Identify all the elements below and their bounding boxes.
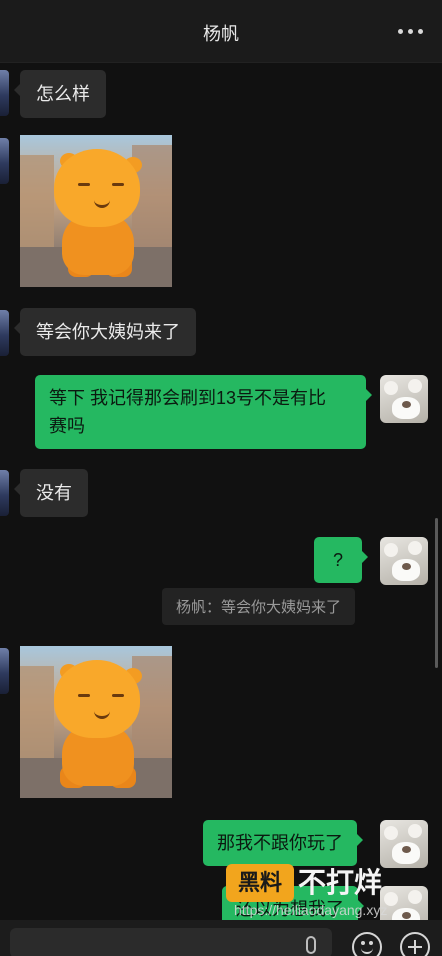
scrollbar[interactable] <box>435 518 438 668</box>
orange-cartoon-sticker[interactable] <box>20 135 172 287</box>
chat-screen: 杨帆 怎么样 等会你大姨妈来了 等下 我记得那会刷到13号不是有比 赛吗 没有 … <box>0 0 442 956</box>
contact-avatar[interactable] <box>0 70 9 116</box>
message-bubble-outgoing[interactable]: 等下 我记得那会刷到13号不是有比 赛吗 <box>35 375 372 449</box>
emoji-icon[interactable] <box>352 932 382 956</box>
message-bubble-outgoing[interactable]: ? <box>314 537 368 583</box>
chat-header: 杨帆 <box>0 0 442 63</box>
message-line: 等下 我记得那会刷到13号不是有比 <box>49 388 327 408</box>
chat-title: 杨帆 <box>203 24 239 44</box>
message-input[interactable] <box>10 928 332 956</box>
watermark-logo: 黑料 <box>226 864 294 902</box>
orange-cartoon-sticker[interactable] <box>20 646 172 798</box>
contact-avatar[interactable] <box>0 310 9 356</box>
quoted-message[interactable]: 杨帆：等会你大姨妈来了 <box>162 588 356 625</box>
watermark: 黑料 不打烊 https://heiliaodayang.xyz <box>226 864 426 924</box>
my-avatar[interactable] <box>380 375 428 423</box>
message-bubble-incoming[interactable]: 等会你大姨妈来了 <box>14 308 196 356</box>
contact-avatar[interactable] <box>0 138 9 184</box>
my-avatar[interactable] <box>380 820 428 868</box>
more-dots-icon[interactable] <box>398 22 424 38</box>
message-bubble-outgoing[interactable]: 那我不跟你玩了 <box>203 820 363 866</box>
my-avatar[interactable] <box>380 537 428 585</box>
message-bubble-incoming[interactable]: 怎么样 <box>14 70 106 118</box>
plus-icon[interactable] <box>400 932 430 956</box>
message-bubble-incoming[interactable]: 没有 <box>14 469 88 517</box>
message-line: 赛吗 <box>49 416 85 436</box>
contact-avatar[interactable] <box>0 648 9 694</box>
input-bar <box>0 920 442 956</box>
contact-avatar[interactable] <box>0 470 9 516</box>
watermark-url: https://heiliaodayang.xyz <box>234 902 388 918</box>
microphone-icon[interactable] <box>306 936 316 954</box>
watermark-title: 不打烊 <box>298 867 383 898</box>
